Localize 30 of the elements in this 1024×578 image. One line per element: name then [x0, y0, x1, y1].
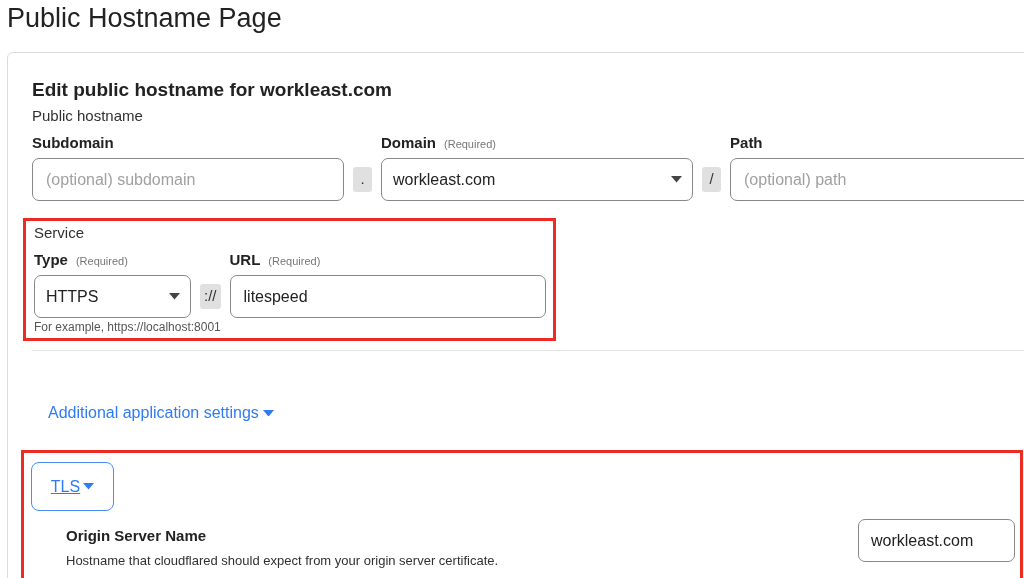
field-label: Path: [730, 133, 763, 153]
input-field[interactable]: (optional) path: [730, 158, 1024, 201]
select-field[interactable]: workleast.com: [381, 158, 694, 201]
input-field[interactable]: litespeed: [229, 275, 546, 318]
page-title: Public Hostname Page: [7, 2, 283, 35]
form-heading: Edit public hostname for workleast.com: [32, 78, 393, 102]
section-label: Service: [34, 223, 86, 243]
separator-chip: /: [702, 167, 722, 192]
setting-title: Origin Server Name: [66, 526, 208, 546]
caret-icon: [671, 176, 683, 183]
required-note: (Required): [444, 137, 496, 152]
origin-server-name-field[interactable]: workleast.com: [858, 519, 1015, 562]
required-note: (Required): [75, 254, 128, 269]
caret-icon: [262, 409, 274, 417]
required-note: (Required): [268, 254, 321, 269]
separator-chip: .: [353, 167, 372, 192]
caret-icon: [169, 293, 180, 300]
field-label: Domain: [381, 133, 437, 153]
field-label: URL: [229, 250, 261, 270]
input-field[interactable]: (optional) subdomain: [32, 158, 344, 201]
hint-text: For example, https://localhost:8001: [34, 319, 222, 335]
field-label: Subdomain: [32, 133, 114, 153]
select-field[interactable]: HTTPS: [34, 275, 191, 318]
setting-description: Hostname that cloudflared should expect from your origin server certificate.: [66, 552, 500, 570]
section-label: Public hostname: [32, 106, 144, 126]
separator-chip: ://: [200, 284, 221, 309]
field-label: Type: [34, 250, 68, 270]
additional-settings-link[interactable]: Additional application settings: [48, 402, 274, 424]
tls-tab[interactable]: TLS: [31, 462, 114, 511]
caret-icon: [83, 483, 95, 490]
